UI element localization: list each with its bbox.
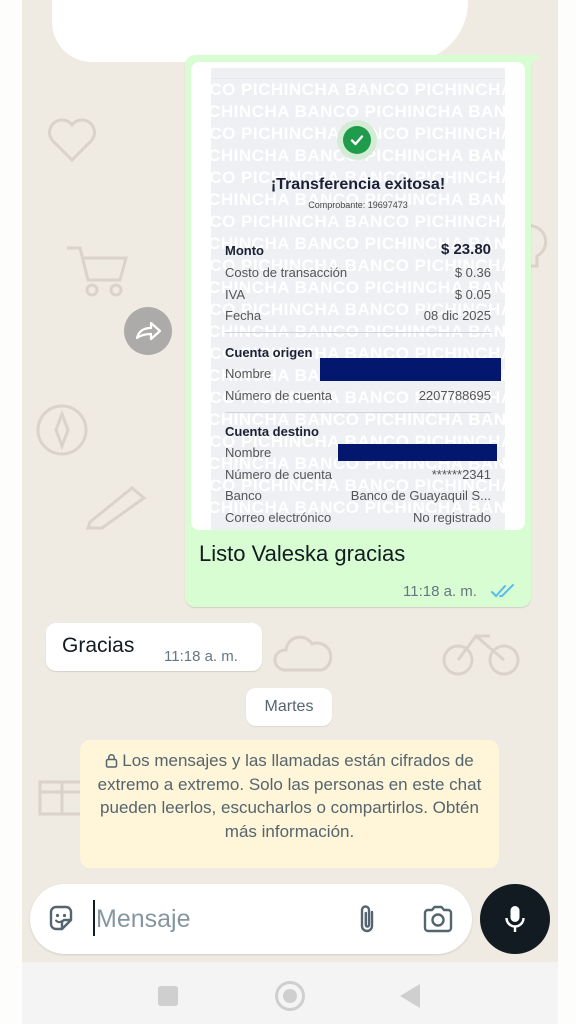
sticker-icon[interactable] (46, 904, 76, 934)
origen-nombre-label: Nombre (225, 366, 272, 381)
row-origen-cuenta: Número de cuenta 2207788695 (225, 388, 491, 406)
microphone-icon (505, 906, 525, 932)
receipt-title: ¡Transferencia exitosa! (270, 176, 446, 193)
forward-arrow-icon (135, 321, 162, 341)
row-fecha: Fecha 08 dic 2025 (225, 308, 491, 326)
watermark-text: BANCO PICHINCHA BANCO PICHINCHA BANCO PI… (211, 212, 505, 231)
banco-label: Banco (225, 488, 262, 503)
origen-heading: Cuenta origen (225, 345, 313, 360)
attach-clip-icon[interactable] (354, 902, 380, 936)
doodle-cloud-icon (273, 635, 332, 672)
date-separator: Martes (246, 688, 332, 726)
receipt-divider (225, 412, 491, 413)
watermark-text: BANCO PICHINCHA BANCO PICHINCHA BANCO PI… (211, 102, 505, 121)
double-check-read-icon (491, 584, 514, 598)
message-input[interactable] (96, 900, 336, 938)
home-icon-dot (283, 989, 297, 1003)
costo-value: $ 0.36 (454, 265, 491, 280)
encryption-notice[interactable]: Los mensajes y las llamadas están cifrad… (80, 740, 499, 868)
doodle-cart-icon (67, 246, 128, 297)
costo-label: Costo de transacción (225, 265, 348, 280)
transfer-receipt-image[interactable]: BANCO PICHINCHA BANCO PICHINCHA BANCO PI… (191, 62, 525, 530)
doodle-compass-icon (36, 404, 88, 456)
outgoing-message-time: 11:18 a. m. (403, 583, 477, 600)
redaction-bar (320, 358, 501, 381)
forward-button[interactable] (124, 307, 172, 355)
watermark-text: BANCO PICHINCHA BANCO PICHINCHA BANCO PI… (211, 80, 505, 99)
screen-edge-left (0, 0, 22, 1024)
incoming-message-text: Gracias (62, 634, 135, 657)
text-cursor (93, 900, 95, 936)
row-costo: Costo de transacción $ 0.36 (225, 265, 491, 283)
doodle-bicycle-icon (442, 633, 520, 676)
redaction-bar (338, 444, 497, 461)
row-iva: IVA $ 0.05 (225, 287, 491, 305)
doodle-pencil-icon (85, 486, 147, 530)
doodle-heart-icon (48, 118, 96, 163)
origen-cuenta-value: 2207788695 (418, 388, 491, 403)
row-monto: Monto $ 23.80 (225, 241, 491, 261)
iva-label: IVA (225, 287, 245, 302)
incoming-message-time: 11:18 a. m. (164, 648, 238, 665)
origen-cuenta-label: Número de cuenta (225, 388, 332, 403)
receipt-divider (225, 332, 491, 333)
fecha-value: 08 dic 2025 (423, 308, 491, 323)
correo-value: No registrado (412, 510, 491, 525)
banco-value: Banco de Guayaquil S... (350, 488, 491, 503)
monto-value: $ 23.80 (440, 241, 491, 258)
monto-label: Monto (225, 243, 264, 258)
lock-icon (105, 754, 118, 768)
destino-cuenta-value: ******2341 (431, 467, 491, 482)
destino-nombre-label: Nombre (225, 445, 272, 460)
voice-message-button[interactable] (480, 884, 550, 954)
back-icon[interactable] (400, 984, 420, 1008)
iva-value: $ 0.05 (454, 287, 491, 302)
receipt-voucher-number: Comprobante: 19697473 (308, 200, 408, 210)
camera-icon[interactable] (422, 904, 454, 934)
row-destino-cuenta: Número de cuenta ******2341 (225, 467, 491, 485)
encryption-notice-text: Los mensajes y las llamadas están cifrad… (97, 751, 482, 841)
recents-icon[interactable] (158, 986, 178, 1006)
checkmark-icon (350, 135, 364, 146)
destino-cuenta-label: Número de cuenta (225, 467, 332, 482)
correo-label: Correo electrónico (225, 510, 332, 525)
success-badge (337, 120, 377, 160)
fecha-label: Fecha (225, 308, 262, 323)
previous-message-bubble (52, 0, 468, 62)
screen-edge-right (558, 0, 576, 1024)
row-banco: Banco Banco de Guayaquil S... (225, 488, 491, 506)
outgoing-message-text: Listo Valeska gracias (199, 541, 406, 566)
row-correo: Correo electrónico No registrado (225, 510, 491, 528)
receipt-divider (211, 78, 505, 79)
destino-heading: Cuenta destino (225, 424, 319, 439)
